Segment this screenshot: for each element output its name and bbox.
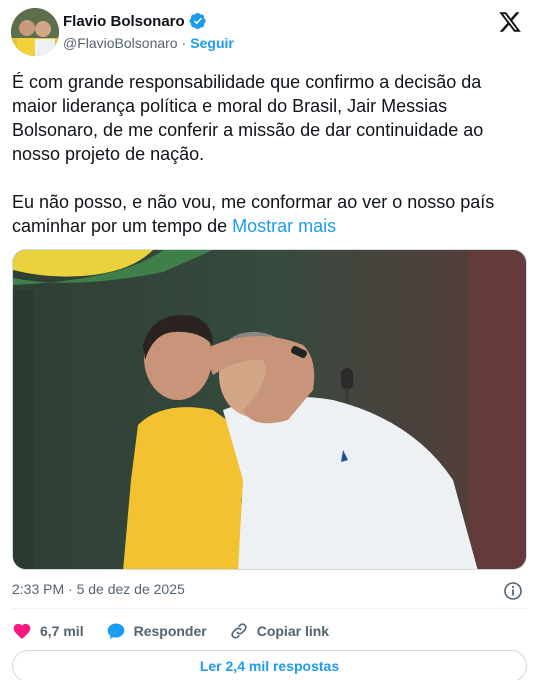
author-name-row: Flavio Bolsonaro — [63, 12, 207, 30]
follow-button[interactable]: Seguir — [190, 35, 234, 51]
avatar[interactable] — [11, 8, 59, 56]
show-more-link[interactable]: Mostrar mais — [232, 216, 336, 236]
tweet-photo[interactable] — [12, 249, 527, 570]
likes-count: 6,7 mil — [40, 623, 84, 639]
divider — [12, 608, 527, 609]
reply-bubble-icon — [107, 623, 124, 639]
tweet-header: Flavio Bolsonaro @FlavioBolsonaro · Segu… — [11, 8, 528, 58]
tweet-body: É com grande responsabilidade que confir… — [12, 72, 495, 236]
like-button[interactable]: 6,7 mil — [12, 621, 84, 641]
reply-button[interactable]: Responder — [106, 621, 207, 641]
heart-icon — [13, 623, 31, 639]
timestamp[interactable]: 2:33 PM · 5 de dez de 2025 — [12, 581, 185, 597]
action-bar: 6,7 mil Responder Copiar link — [12, 620, 351, 642]
x-logo-icon[interactable] — [498, 10, 522, 34]
author-handle[interactable]: @FlavioBolsonaro — [63, 35, 178, 51]
verified-badge-icon — [189, 12, 207, 30]
copy-link-label: Copiar link — [256, 623, 330, 639]
info-icon[interactable] — [503, 581, 523, 601]
reply-label: Responder — [133, 623, 207, 639]
author-name[interactable]: Flavio Bolsonaro — [63, 13, 185, 30]
separator-dot: · — [181, 35, 187, 51]
photo-illustration — [13, 250, 526, 569]
read-replies-button[interactable]: Ler 2,4 mil respostas — [12, 650, 527, 680]
handle-row: @FlavioBolsonaro · Seguir — [63, 35, 234, 51]
tweet-text: É com grande responsabilidade que confir… — [12, 70, 527, 238]
timestamp-row: 2:33 PM · 5 de dez de 2025 — [12, 581, 527, 601]
link-icon — [231, 623, 247, 639]
copy-link-button[interactable]: Copiar link — [229, 621, 329, 641]
